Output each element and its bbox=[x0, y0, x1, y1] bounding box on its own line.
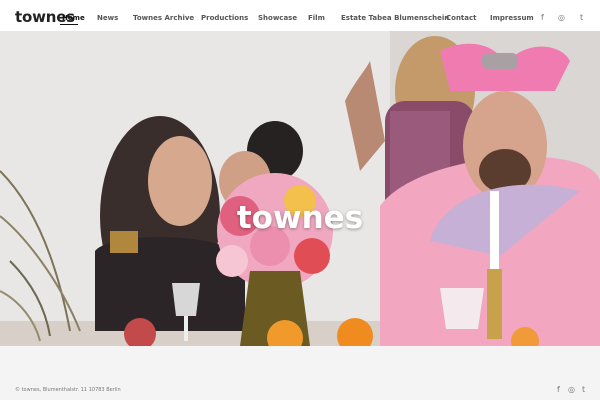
main-nav: Home News Townes Archive Productions Sho… bbox=[0, 14, 600, 26]
footer-facebook-icon[interactable]: f bbox=[557, 385, 560, 395]
site-header: townes Home News Townes Archive Producti… bbox=[0, 0, 600, 31]
nav-item-productions[interactable]: Productions bbox=[201, 14, 248, 23]
footer-instagram-icon[interactable]: ◎ bbox=[568, 385, 575, 395]
facebook-icon[interactable]: f bbox=[541, 13, 544, 23]
nav-item-news[interactable]: News bbox=[97, 14, 118, 23]
nav-item-showcase[interactable]: Showcase bbox=[258, 14, 297, 23]
hero-photo bbox=[0, 31, 600, 346]
hero-banner: townes bbox=[0, 31, 600, 346]
instagram-icon[interactable]: ◎ bbox=[558, 13, 565, 23]
hero-title: townes bbox=[236, 200, 364, 236]
site-footer: © townes, Blumenthalstr. 11 10783 Berlin… bbox=[0, 346, 600, 400]
nav-item-film[interactable]: Film bbox=[308, 14, 325, 23]
tumblr-icon[interactable]: t bbox=[580, 13, 583, 23]
footer-tumblr-icon[interactable]: t bbox=[582, 385, 585, 395]
nav-active-underline bbox=[60, 24, 78, 25]
nav-item-home[interactable]: Home bbox=[62, 14, 85, 23]
footer-address: © townes, Blumenthalstr. 11 10783 Berlin bbox=[15, 387, 121, 393]
nav-item-estate-tabea-blumenschein[interactable]: Estate Tabea Blumenschein bbox=[341, 14, 449, 23]
nav-item-impressum[interactable]: Impressum bbox=[490, 14, 534, 23]
nav-item-contact[interactable]: Contact bbox=[446, 14, 477, 23]
nav-item-townes-archive[interactable]: Townes Archive bbox=[133, 14, 194, 23]
